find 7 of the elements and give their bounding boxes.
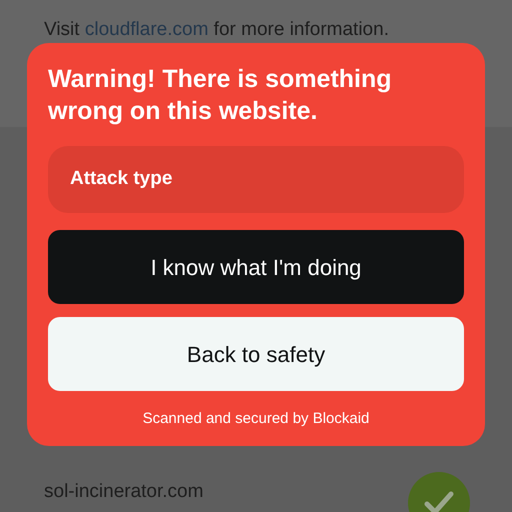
- back-to-safety-button[interactable]: Back to safety: [48, 317, 464, 391]
- attack-type-field[interactable]: Attack type: [48, 146, 464, 213]
- info-text: Visit cloudflare.com for more information.: [44, 18, 390, 42]
- proceed-button[interactable]: I know what I'm doing: [48, 230, 464, 304]
- site-domain: sol-incinerator.com: [44, 480, 204, 504]
- footer-text: Scanned and secured by Blockaid: [142, 409, 370, 429]
- warning-title: Warning! There is something wrong on this website.: [48, 64, 393, 127]
